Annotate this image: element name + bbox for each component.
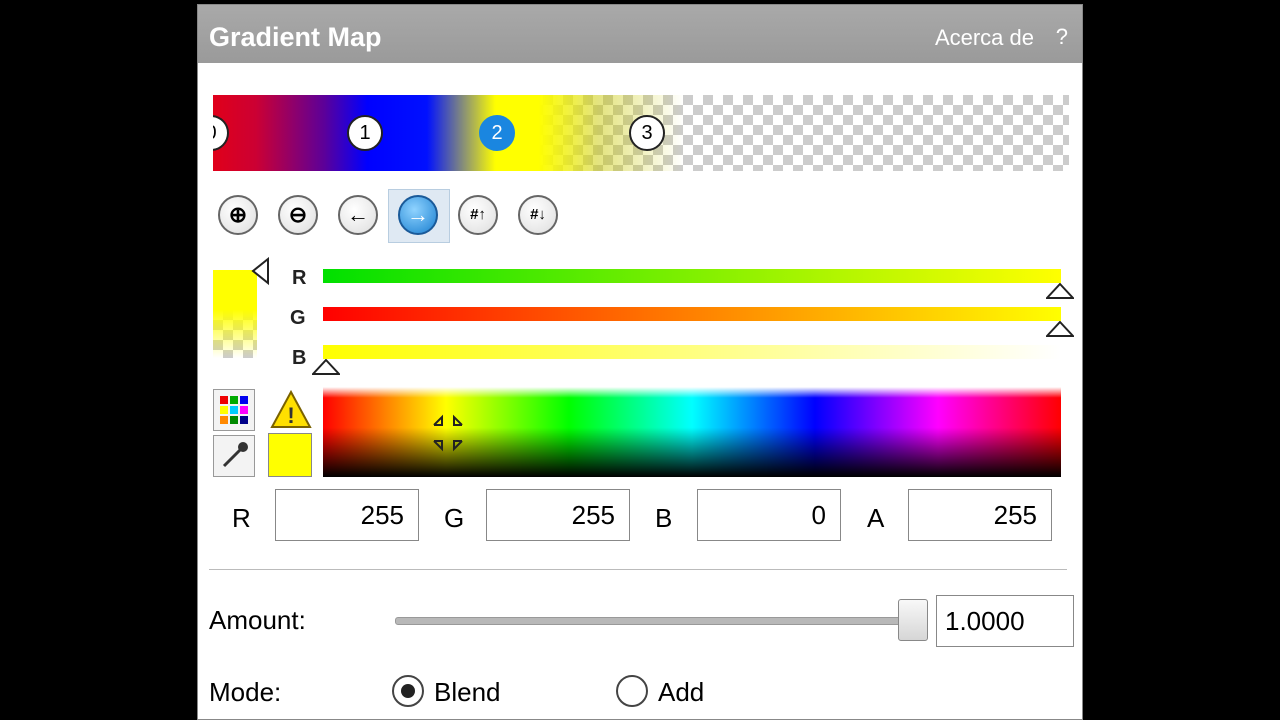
add-radio[interactable] bbox=[616, 675, 648, 707]
r-value-field[interactable]: 255 bbox=[275, 489, 419, 541]
g-slider-handle[interactable] bbox=[1046, 321, 1074, 337]
amount-slider-thumb[interactable] bbox=[898, 599, 928, 641]
g-channel-label: G bbox=[290, 307, 306, 329]
eyedropper-icon bbox=[222, 442, 248, 468]
panel-title: Gradient Map bbox=[209, 22, 382, 52]
add-stop-icon[interactable]: ⊕ bbox=[218, 195, 258, 235]
g-value-field[interactable]: 255 bbox=[486, 489, 630, 541]
gradient-bar[interactable]: 0 1 2 3 bbox=[213, 95, 1069, 171]
b-value-field[interactable]: 0 bbox=[697, 489, 841, 541]
sharp-down-icon[interactable]: #↓ bbox=[518, 195, 558, 235]
gradient-stop-3[interactable]: 3 bbox=[629, 115, 665, 151]
g-channel-slider[interactable] bbox=[323, 307, 1061, 321]
panel-titlebar: Gradient Map Acerca de ? bbox=[198, 5, 1082, 63]
swatch-pointer-outline-icon bbox=[251, 257, 269, 286]
r-slider-handle[interactable] bbox=[1046, 283, 1074, 299]
palette-button[interactable] bbox=[213, 389, 255, 431]
help-button[interactable]: ? bbox=[1056, 24, 1068, 50]
blend-radio[interactable] bbox=[392, 675, 424, 707]
eyedropper-button[interactable] bbox=[213, 435, 255, 477]
separator bbox=[209, 569, 1067, 570]
r-channel-label: R bbox=[292, 267, 307, 289]
svg-text:!: ! bbox=[287, 403, 294, 428]
add-label[interactable]: Add bbox=[658, 677, 704, 708]
amount-label: Amount: bbox=[209, 605, 306, 635]
gradient-stop-1[interactable]: 1 bbox=[347, 115, 383, 151]
remove-stop-icon[interactable]: ⊖ bbox=[278, 195, 318, 235]
current-color-swatch[interactable] bbox=[268, 433, 312, 477]
a-value-field[interactable]: 255 bbox=[908, 489, 1052, 541]
sharp-up-icon[interactable]: #↑ bbox=[458, 195, 498, 235]
b-slider-handle[interactable] bbox=[312, 359, 340, 375]
b-field-label: B bbox=[655, 503, 673, 533]
move-left-icon[interactable]: ← bbox=[338, 195, 378, 235]
blend-label[interactable]: Blend bbox=[434, 677, 501, 708]
about-link[interactable]: Acerca de bbox=[935, 25, 1034, 51]
warning-icon: ! bbox=[270, 389, 312, 428]
amount-input[interactable]: 1.0000 bbox=[936, 595, 1074, 647]
b-channel-slider[interactable] bbox=[323, 345, 1061, 359]
a-field-label: A bbox=[867, 503, 885, 533]
r-field-label: R bbox=[232, 503, 251, 533]
crosshair-icon bbox=[433, 414, 463, 452]
r-channel-slider[interactable] bbox=[323, 269, 1061, 283]
mode-label: Mode: bbox=[209, 677, 282, 707]
gradient-stop-2[interactable]: 2 bbox=[479, 115, 515, 151]
palette-icon bbox=[220, 396, 248, 424]
b-channel-label: B bbox=[292, 347, 307, 369]
g-field-label: G bbox=[444, 503, 465, 533]
amount-slider-track[interactable] bbox=[395, 617, 921, 625]
gradient-map-panel: Gradient Map Acerca de ? 0 1 2 3 ⊕ ⊖ ← →… bbox=[197, 4, 1083, 720]
move-right-icon[interactable]: → bbox=[398, 195, 438, 235]
